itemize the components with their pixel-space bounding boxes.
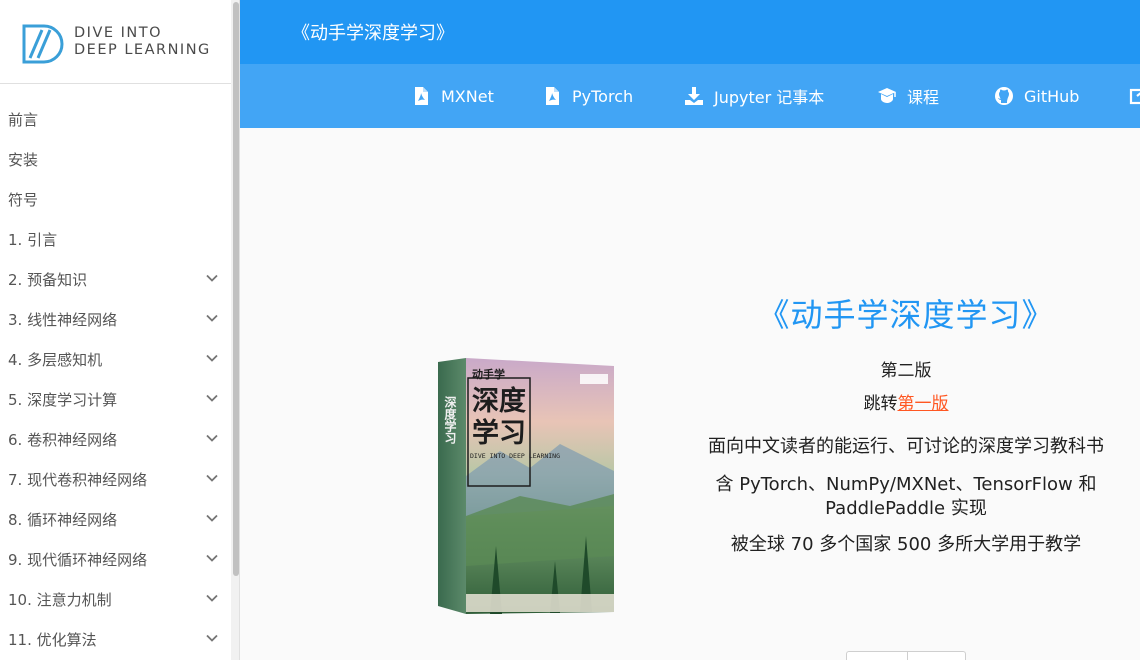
sidebar-item[interactable]: 前言	[0, 99, 239, 139]
nav-link-github[interactable]: GitHub	[994, 64, 1079, 128]
nav-link-label: GitHub	[1024, 86, 1080, 106]
svg-text:深度学习: 深度学习	[443, 395, 457, 445]
sidebar-item-label: 8. 循环神经网络	[8, 510, 118, 529]
sidebar: DIVE INTO DEEP LEARNING 前言安装符号 1. 引言 2. 预备…	[0, 0, 240, 660]
chevron-down-icon[interactable]	[205, 511, 219, 525]
sidebar-item[interactable]: 2. 预备知识	[0, 259, 239, 299]
sidebar-item[interactable]: 安装	[0, 139, 239, 179]
hero-edition: 第二版	[880, 361, 932, 381]
logo-line-2: DEEP LEARNING	[74, 41, 211, 58]
sidebar-item-label: 6. 卷积神经网络	[8, 430, 118, 449]
github-icon	[995, 87, 1013, 105]
book-cover-image[interactable]: 动手学 深度 学习 DIVE INTO DEEP LEARNING 深度学习	[430, 356, 616, 618]
page: DIVE INTO DEEP LEARNING 前言安装符号 1. 引言 2. 预备…	[0, 0, 1140, 660]
hero-description-1: 面向中文读者的能运行、可讨论的深度学习教科书	[708, 436, 1104, 457]
sidebar-item-label: 5. 深度学习计算	[8, 390, 118, 409]
chevron-down-icon[interactable]	[205, 351, 219, 365]
chevron-down-icon[interactable]	[205, 391, 219, 405]
sidebar-item[interactable]: 6. 卷积神经网络	[0, 419, 239, 459]
book-logo-icon	[22, 24, 64, 63]
nav-link-jupyter[interactable]: Jupyter 记事本	[684, 64, 824, 128]
hero-description-2: 含 PyTorch、NumPy/MXNet、TensorFlow 和 Paddl…	[715, 474, 1097, 519]
sidebar-item-label: 安装	[8, 150, 39, 169]
top-header: 《动手学深度学习》	[240, 0, 1140, 64]
top-navbar: MXNet PyTorch Jupyter 记事本 课程 GitHub	[240, 64, 1140, 128]
pdf-file-icon	[546, 87, 559, 105]
chevron-down-icon[interactable]	[205, 271, 219, 285]
sidebar-item-label: 4. 多层感知机	[8, 350, 103, 369]
hero-title: 《动手学深度学习》	[757, 296, 1055, 334]
sidebar-item-label: 10. 注意力机制	[8, 590, 112, 609]
download-icon	[685, 87, 703, 105]
nav-link-label: MXNet	[441, 86, 494, 106]
sidebar-scrollbar-thumb[interactable]	[233, 2, 239, 576]
sidebar-nav: 前言安装符号 1. 引言 2. 预备知识 3. 线性神经网络 4. 多层感知机 5. 深度…	[0, 84, 239, 659]
sidebar-item[interactable]: 4. 多层感知机	[0, 339, 239, 379]
sidebar-item[interactable]: 9. 现代循环神经网络	[0, 539, 239, 579]
book-title-small: 动手学	[472, 367, 505, 381]
sidebar-item-label: 3. 线性神经网络	[8, 310, 118, 329]
nav-link-more[interactable]	[1129, 64, 1140, 128]
sidebar-item[interactable]: 11. 优化算法	[0, 619, 239, 659]
sidebar-item-label: 前言	[8, 110, 39, 129]
external-link-icon	[1129, 88, 1140, 105]
sidebar-item[interactable]: 10. 注意力机制	[0, 579, 239, 619]
sidebar-item[interactable]: 7. 现代卷积神经网络	[0, 459, 239, 499]
page-title[interactable]: 《动手学深度学习》	[292, 19, 454, 45]
sidebar-item-label: 9. 现代循环神经网络	[8, 550, 148, 569]
sidebar-item-label: 7. 现代卷积神经网络	[8, 470, 148, 489]
nav-link-courses[interactable]: 课程	[877, 64, 939, 128]
chevron-down-icon[interactable]	[205, 431, 219, 445]
sidebar-item-label: 11. 优化算法	[8, 630, 97, 649]
chevron-down-icon[interactable]	[205, 591, 219, 605]
main-content: 动手学 深度 学习 DIVE INTO DEEP LEARNING 深度学习 《…	[240, 128, 1140, 660]
logo-text: DIVE INTO DEEP LEARNING	[74, 25, 211, 59]
hero-redirect: 跳转第一版	[700, 393, 1112, 415]
chevron-down-icon[interactable]	[205, 311, 219, 325]
first-edition-link[interactable]: 第一版	[898, 394, 949, 414]
chevron-down-icon[interactable]	[205, 551, 219, 565]
book-title-large-2: 学习	[472, 417, 526, 449]
sidebar-logo[interactable]: DIVE INTO DEEP LEARNING	[0, 0, 239, 84]
sidebar-item-label: 2. 预备知识	[8, 270, 88, 289]
hero-redirect-prefix: 跳转	[863, 394, 898, 414]
nav-link-label: 课程	[907, 88, 940, 107]
hero-section: 《动手学深度学习》 第二版 跳转第一版 面向中文读者的能运行、可讨论的深度学习教…	[700, 296, 1112, 557]
nav-link-label: PyTorch	[572, 86, 634, 106]
book-title-large-1: 深度	[472, 385, 526, 417]
sidebar-item[interactable]: 1. 引言	[0, 219, 239, 259]
sidebar-item[interactable]: 3. 线性神经网络	[0, 299, 239, 339]
nav-link-pytorch[interactable]: PyTorch	[542, 64, 633, 128]
sidebar-item[interactable]: 8. 循环神经网络	[0, 499, 239, 539]
graduation-cap-icon	[878, 88, 896, 103]
nav-link-label: Jupyter 记事本	[714, 88, 825, 107]
book-subtitle: DIVE INTO DEEP LEARNING	[470, 452, 560, 460]
chevron-down-icon[interactable]	[205, 471, 219, 485]
logo-line-1: DIVE INTO	[74, 24, 163, 41]
sidebar-item[interactable]: 5. 深度学习计算	[0, 379, 239, 419]
nav-link-mxnet[interactable]: MXNet	[411, 64, 494, 128]
hero-description-3: 被全球 70 多个国家 500 多所大学用于教学	[730, 534, 1082, 555]
sidebar-item-label: 符号	[8, 190, 39, 209]
chevron-down-icon[interactable]	[205, 631, 219, 645]
sidebar-item-label: 1. 引言	[8, 230, 58, 249]
pdf-file-icon	[415, 87, 428, 105]
sidebar-item[interactable]: 符号	[0, 179, 239, 219]
hero-button-group[interactable]	[846, 651, 966, 660]
